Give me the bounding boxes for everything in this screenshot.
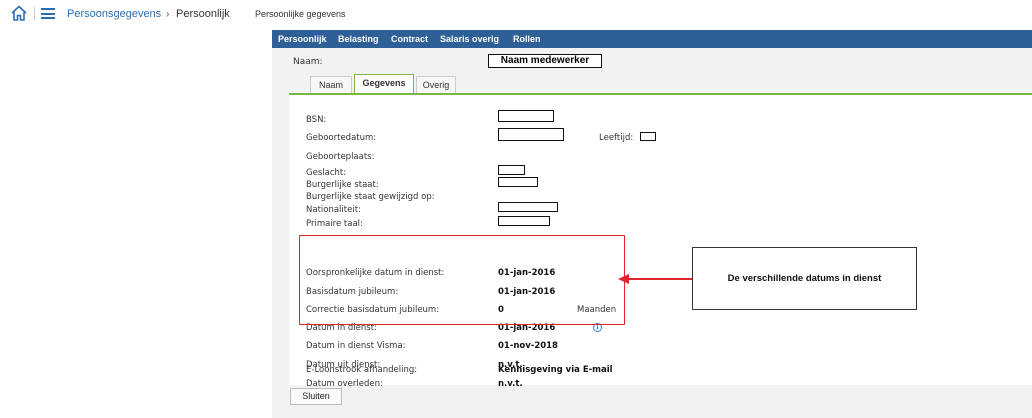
tab-gegevens[interactable]: Gegevens [354, 74, 414, 94]
breadcrumb-section[interactable]: Persoonsgegevens [67, 8, 161, 20]
burgerlijke-staat-value [498, 177, 538, 187]
page-subtitle: Persoonlijke gegevens [255, 9, 346, 19]
tab-naam[interactable]: Naam [310, 76, 352, 94]
breadcrumb-separator: › [166, 9, 170, 20]
datum-overleden-value: n.v.t. [498, 379, 523, 389]
annotation-callout: De verschillende datums in dienst [692, 247, 917, 310]
leeftijd-label: Leeftijd: [599, 133, 634, 143]
naam-value: Naam medewerker [488, 54, 602, 68]
geslacht-label: Geslacht: [306, 168, 347, 178]
eloonstrook-label: E-Loonstrook afhandeling: [306, 365, 418, 375]
arrow-icon [618, 274, 696, 284]
geboortedatum-label: Geboortedatum: [306, 133, 377, 143]
datum-in-dienst-visma-label: Datum in dienst Visma: [306, 341, 406, 351]
nav-belasting[interactable]: Belasting [338, 34, 379, 44]
nav-rollen[interactable]: Rollen [513, 34, 541, 44]
primaire-taal-label: Primaire taal: [306, 219, 363, 229]
geboorteplaats-label: Geboorteplaats: [306, 152, 375, 162]
nav-contract[interactable]: Contract [391, 34, 428, 44]
breadcrumb-current: Persoonlijk [176, 8, 230, 20]
burgerlijke-staat-label: Burgerlijke staat: [306, 180, 379, 190]
main-panel: Persoonlijk Belasting Contract Salaris o… [272, 30, 1032, 418]
nationaliteit-label: Nationaliteit: [306, 205, 361, 215]
section-navbar: Persoonlijk Belasting Contract Salaris o… [272, 30, 1032, 48]
naam-label: Naam: [293, 57, 323, 67]
geboortedatum-value [498, 128, 564, 141]
top-bar: Persoonsgegevens › Persoonlijk Persoonli… [0, 0, 1032, 28]
nav-salaris-overig[interactable]: Salaris overig [440, 34, 499, 44]
nationaliteit-value [498, 202, 558, 212]
bsn-value [498, 110, 554, 122]
divider [34, 7, 35, 20]
eloonstrook-value: Kennisgeving via E-mail [498, 365, 613, 375]
tab-overig[interactable]: Overig [416, 76, 456, 94]
close-button[interactable]: Sluiten [290, 388, 342, 405]
leeftijd-value [640, 132, 656, 141]
hamburger-menu-icon[interactable] [41, 8, 55, 19]
home-icon[interactable] [10, 4, 28, 22]
geslacht-value [498, 165, 525, 175]
nav-persoonlijk[interactable]: Persoonlijk [278, 34, 327, 44]
primaire-taal-value [498, 216, 550, 226]
burgerlijke-staat-gewijzigd-label: Burgerlijke staat gewijzigd op: [306, 192, 435, 202]
bsn-label: BSN: [306, 115, 327, 125]
highlight-box [299, 235, 625, 325]
datum-in-dienst-visma-value: 01-nov-2018 [498, 341, 558, 351]
